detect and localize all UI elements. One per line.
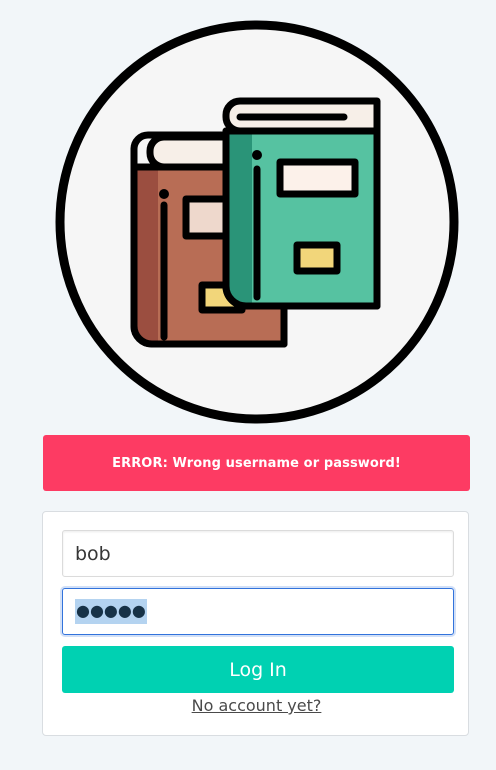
error-message: ERROR: Wrong username or password! <box>112 455 401 471</box>
login-button[interactable]: Log In <box>62 646 454 693</box>
app-logo <box>54 19 460 425</box>
login-form: bob ●●●●● Log In No account yet? <box>42 511 469 736</box>
password-masked-value: ●●●●● <box>75 599 147 624</box>
no-account-link[interactable]: No account yet? <box>43 696 470 716</box>
books-icon <box>55 20 459 424</box>
username-value: bob <box>75 542 111 565</box>
username-input[interactable]: bob <box>62 530 454 577</box>
login-button-label: Log In <box>229 658 287 681</box>
password-input[interactable]: ●●●●● <box>62 588 454 635</box>
error-banner: ERROR: Wrong username or password! <box>43 435 470 491</box>
